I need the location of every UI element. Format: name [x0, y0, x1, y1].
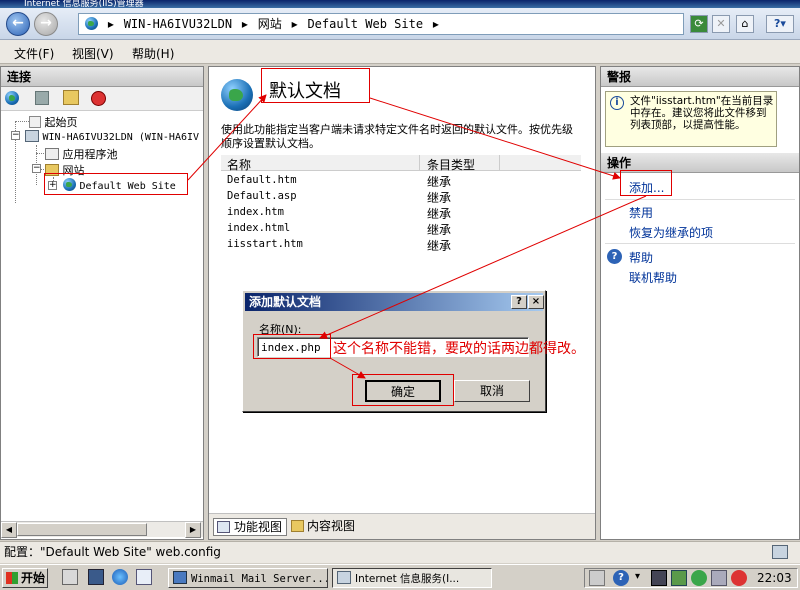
volume-muted-icon[interactable] — [731, 570, 747, 586]
arrow-title-to-add — [369, 97, 621, 180]
taskbar: 开始 Winmail Mail Server... Internet 信息服务(… — [0, 564, 800, 590]
arrow-site-to-title — [187, 94, 267, 181]
help-tray-icon[interactable]: ? — [613, 570, 629, 586]
task-label: Internet 信息服务(I... — [355, 573, 460, 585]
iis-icon — [337, 571, 351, 584]
clock: 22:03 — [757, 571, 792, 585]
task-winmail[interactable]: Winmail Mail Server... — [168, 568, 328, 588]
show-desktop-icon[interactable] — [88, 569, 104, 585]
task-label: Winmail Mail Server... — [191, 573, 328, 585]
tray-expand-icon[interactable]: ▾ — [635, 571, 640, 582]
arrow-name-to-ok — [329, 357, 366, 379]
server-manager-icon[interactable] — [62, 569, 78, 585]
keyboard-icon[interactable] — [589, 570, 605, 586]
start-button[interactable]: 开始 — [2, 568, 48, 588]
network-tray-icon[interactable] — [671, 570, 687, 586]
arrow-add-to-name — [319, 195, 647, 339]
status-bar: 配置："Default Web Site" web.config — [0, 541, 800, 563]
ie-icon[interactable] — [112, 569, 128, 585]
annotation-arrows — [187, 94, 647, 379]
security-tray-icon[interactable] — [691, 570, 707, 586]
display-tray-icon[interactable] — [711, 570, 727, 586]
system-tray: ? ▾ 22:03 — [584, 568, 798, 588]
status-text: 配置："Default Web Site" web.config — [4, 545, 221, 559]
network-status-icon — [772, 545, 788, 559]
explorer-icon[interactable] — [136, 569, 152, 585]
task-iis-manager[interactable]: Internet 信息服务(I... — [332, 568, 492, 588]
monitor-icon[interactable] — [651, 570, 667, 586]
windows-logo-icon — [6, 572, 18, 584]
winmail-icon — [173, 571, 187, 584]
start-label: 开始 — [21, 571, 46, 585]
